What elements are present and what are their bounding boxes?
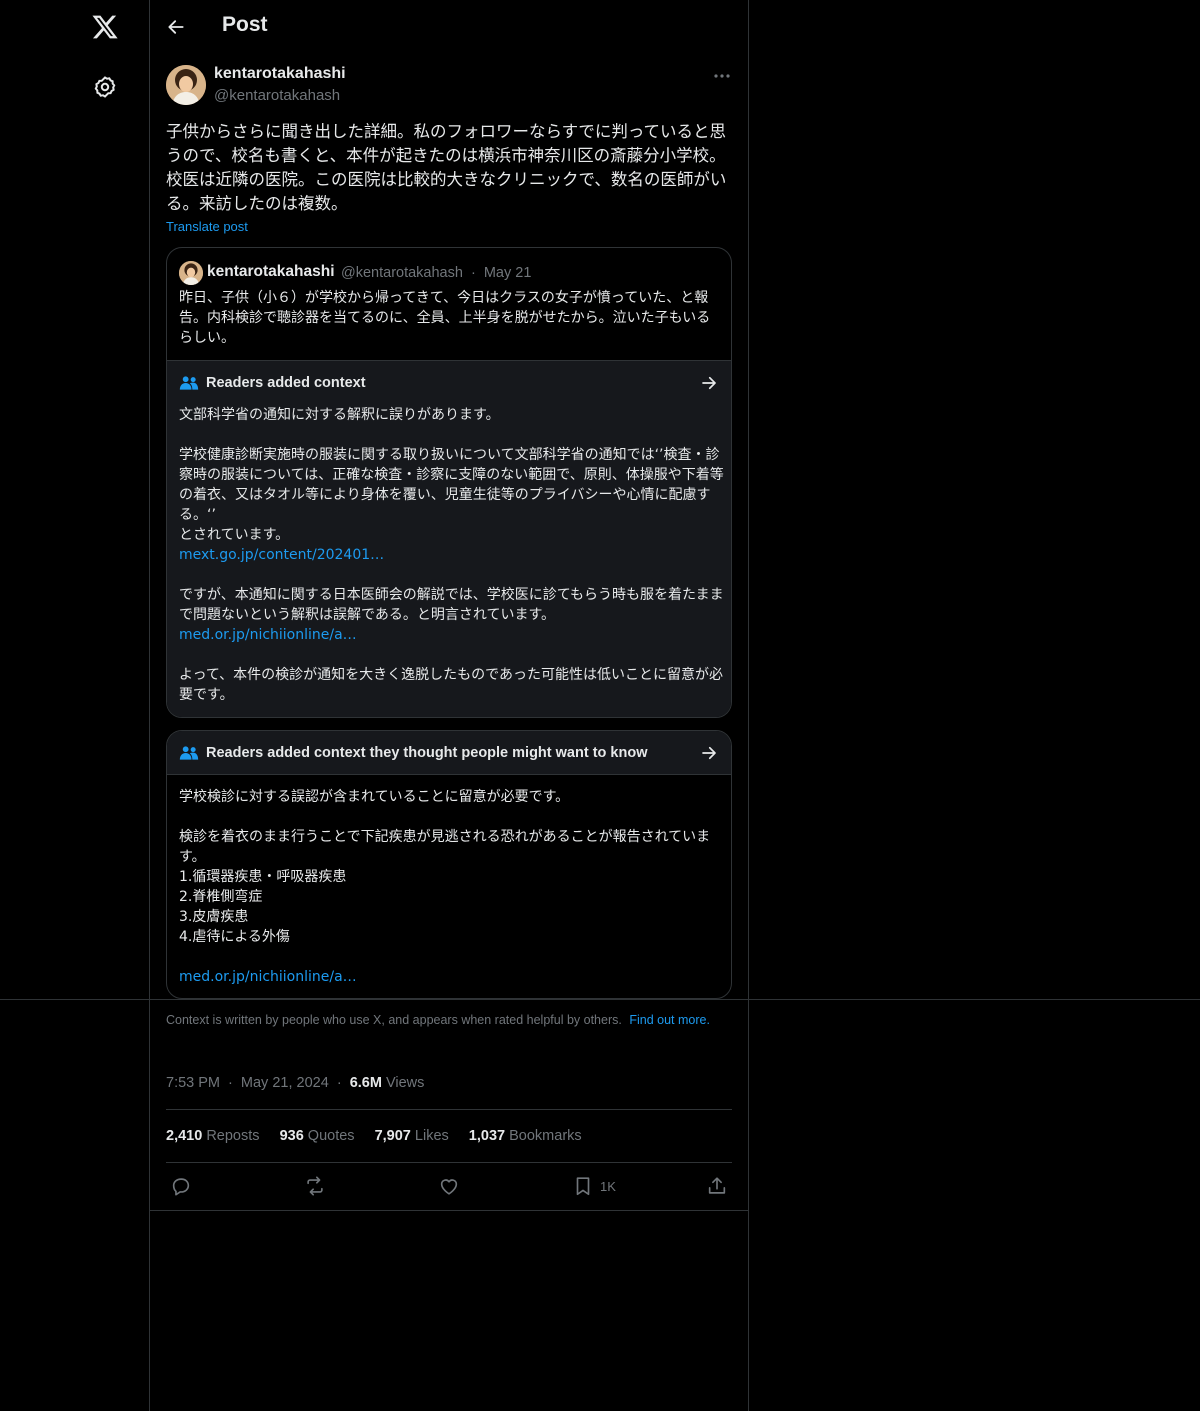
repost-icon	[307, 1176, 323, 1196]
list-item: 1.循環器疾患・呼吸器疾患	[179, 869, 347, 885]
reposts-count: 2,410	[166, 1128, 203, 1144]
quote-author-handle: @kentarotakahash	[341, 265, 463, 281]
author-name[interactable]: kentarotakahashi	[214, 65, 346, 83]
quoted-post[interactable]: kentarotakahashi @kentarotakahash · May …	[166, 247, 732, 718]
context-footer: Context is written by people who use X, …	[166, 1012, 732, 1028]
likes-label: Likes	[414, 1128, 449, 1144]
reposts-label: Reposts	[206, 1128, 260, 1144]
x-logo-icon[interactable]	[91, 13, 119, 41]
note-paragraph: とされています。	[179, 527, 290, 543]
reposts-stat[interactable]: 2,410 Reposts	[166, 1128, 260, 1144]
bookmarks-label: Bookmarks	[509, 1128, 582, 1144]
likes-count: 7,907	[374, 1128, 411, 1144]
main-column: Post kentarotakahashi @kentarotakahash 子…	[150, 0, 749, 1411]
bookmarks-stat: 1,037 Bookmarks	[469, 1128, 582, 1144]
list-item: 4.虐待による外傷	[179, 929, 290, 945]
translate-link[interactable]: Translate post	[166, 219, 248, 234]
separator: ·	[228, 1075, 233, 1091]
note-header[interactable]: Readers added context they thought peopl…	[167, 731, 731, 775]
note-link[interactable]: med.or.jp/nichiionline/a…	[179, 967, 724, 987]
quote-meta: @kentarotakahash · May 21	[341, 265, 531, 281]
quote-avatar-image	[179, 261, 203, 285]
quotes-label: Quotes	[307, 1128, 355, 1144]
community-note-main: Readers added context they thought peopl…	[166, 730, 732, 999]
engagement-stats: 2,410 Reposts 936 Quotes 7,907 Likes 1,0…	[166, 1128, 598, 1144]
author-handle[interactable]: @kentarotakahash	[214, 87, 340, 104]
quote-date: May 21	[483, 265, 532, 281]
community-note: Readers added context 文部科学省の通知に対する解釈に誤りが…	[167, 360, 731, 717]
sidebar	[0, 0, 150, 1411]
note-title: Readers added context	[206, 375, 366, 391]
share-button[interactable]	[706, 1174, 728, 1198]
gear-icon[interactable]	[93, 75, 117, 99]
quotes-count: 936	[279, 1128, 304, 1144]
list-item: 2.脊椎側弯症	[179, 889, 263, 905]
note-paragraph: よって、本件の検診が通知を大きく逸脱したものであった可能性は低いことに留意が必要…	[179, 667, 724, 703]
views-label: Views	[385, 1075, 425, 1091]
avatar-image	[166, 65, 206, 105]
share-icon	[708, 1177, 726, 1194]
like-icon	[440, 1179, 458, 1195]
quote-author-name: kentarotakahashi	[207, 263, 335, 280]
readers-icon	[179, 746, 199, 760]
note-link[interactable]: med.or.jp/nichiionline/a…	[179, 625, 724, 645]
note-paragraph: 文部科学省の通知に対する解釈に誤りがあります。	[179, 407, 500, 423]
note-link[interactable]: mext.go.jp/content/202401…	[179, 545, 724, 565]
post-text: 子供からさらに聞き出した詳細。私のフォロワーならすでに判っていると思うので、校名…	[166, 122, 727, 213]
quotes-stat[interactable]: 936 Quotes	[280, 1128, 355, 1144]
list-item: 3.皮膚疾患	[179, 909, 249, 925]
bookmark-icon	[576, 1177, 590, 1196]
reply-icon	[172, 1178, 190, 1196]
more-icon[interactable]	[712, 68, 732, 84]
page-title: Post	[222, 13, 268, 36]
post-date[interactable]: May 21, 2024	[241, 1075, 329, 1091]
context-footer-text: Context is written by people who use X, …	[166, 1013, 622, 1027]
separator: ·	[336, 1075, 342, 1091]
avatar[interactable]	[166, 65, 206, 105]
note-paragraph: 学校検診に対する誤認が含まれていることに留意が必要です。	[179, 789, 570, 805]
note-title: Readers added context they thought peopl…	[206, 745, 648, 761]
post-time[interactable]: 7:53 PM	[166, 1075, 220, 1091]
reply-button[interactable]	[170, 1174, 192, 1198]
bookmark-count: 1K	[600, 1178, 616, 1194]
like-button[interactable]	[438, 1174, 460, 1198]
repost-button[interactable]	[304, 1174, 326, 1198]
find-out-more-link[interactable]: Find out more.	[629, 1013, 710, 1027]
note-paragraph: 検診を着衣のまま行うことで下記疾患が見逃される恐れがあることが報告されています。	[179, 829, 711, 865]
note-body: 文部科学省の通知に対する解釈に誤りがあります。 学校健康診断実施時の服装に関する…	[179, 405, 724, 705]
readers-icon	[179, 376, 199, 390]
note-paragraph: 学校健康診断実施時の服装に関する取り扱いについて文部科学省の通知では‘’検査・診…	[179, 447, 724, 523]
quote-text: 昨日、子供（小６）が学校から帰ってきて、今日はクラスの女子が憤っていた、と報告。…	[179, 290, 711, 346]
quote-separator: ·	[470, 265, 476, 281]
note-body: 学校検診に対する誤認が含まれていることに留意が必要です。 検診を着衣のまま行うこ…	[179, 787, 724, 987]
action-bar: 1K	[166, 1174, 732, 1198]
divider	[150, 1210, 749, 1211]
divider	[166, 1109, 732, 1110]
bookmark-button[interactable]: 1K	[572, 1174, 616, 1198]
back-arrow-icon[interactable]	[166, 17, 186, 37]
views-count: 6.6M	[349, 1075, 382, 1091]
post-timestamp: 7:53 PM · May 21, 2024 · 6.6M Views	[166, 1075, 424, 1091]
quote-avatar	[179, 261, 203, 285]
divider	[0, 999, 1200, 1000]
note-paragraph: ですが、本通知に関する日本医師会の解説では、学校医に診てもらう時も服を着たままで…	[179, 587, 724, 623]
header: Post	[150, 0, 748, 54]
bookmarks-count: 1,037	[468, 1128, 506, 1144]
arrow-right-icon[interactable]	[700, 744, 718, 762]
likes-stat[interactable]: 7,907 Likes	[375, 1128, 449, 1144]
arrow-right-icon[interactable]	[700, 374, 718, 392]
divider	[166, 1162, 732, 1163]
